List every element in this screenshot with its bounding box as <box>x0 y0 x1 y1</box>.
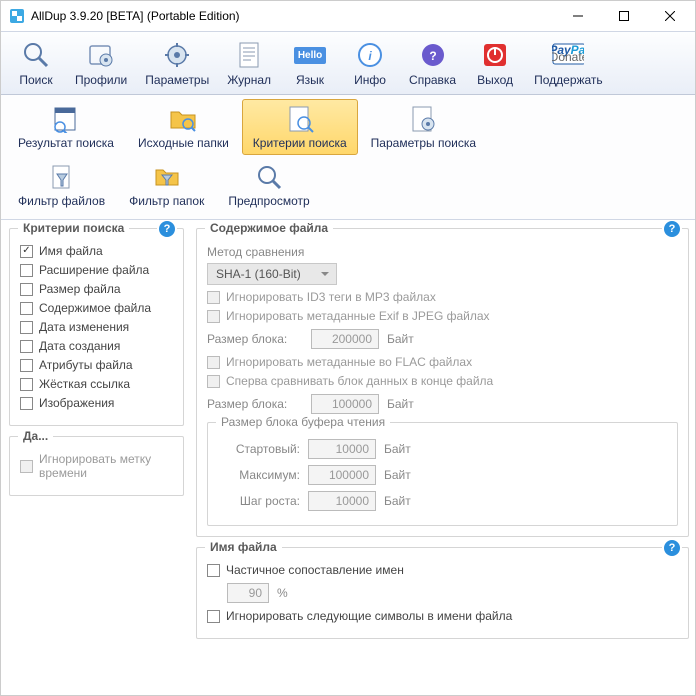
donate-button[interactable]: PayPalDonate Поддержать <box>526 35 611 91</box>
preview-tab[interactable]: Предпросмотр <box>217 157 320 213</box>
paypal-icon: PayPalDonate <box>552 39 584 71</box>
scroll-area[interactable]: Критерии поиска ? ✓Имя файла Расширение … <box>1 220 695 695</box>
criteria-icon <box>284 104 316 134</box>
language-button[interactable]: Hello Язык <box>281 35 339 91</box>
language-icon: Hello <box>294 39 326 71</box>
help-icon: ? <box>417 39 449 71</box>
ignore-timestamp-checkbox: Игнорировать метку времени <box>20 452 173 480</box>
filesize-checkbox[interactable]: Размер файла <box>20 282 173 296</box>
close-button[interactable] <box>647 1 693 31</box>
content-area: Критерии поиска ? ✓Имя файла Расширение … <box>1 220 695 695</box>
content-group: Содержимое файла ? Метод сравнения SHA-1… <box>196 228 689 537</box>
search-button[interactable]: Поиск <box>7 35 65 91</box>
block2-label: Размер блока: <box>207 397 303 411</box>
content-checkbox[interactable]: Содержимое файла <box>20 301 173 315</box>
exit-button[interactable]: Выход <box>466 35 524 91</box>
max-label: Максимум: <box>220 468 300 482</box>
ignore-id3-checkbox: Игнорировать ID3 теги в MP3 файлах <box>207 290 678 304</box>
method-label: Метод сравнения <box>207 245 678 259</box>
folder-filter-tab[interactable]: Фильтр папок <box>118 157 215 213</box>
attrs-checkbox[interactable]: Атрибуты файла <box>20 358 173 372</box>
profile-gear-icon <box>85 39 117 71</box>
moddate-checkbox[interactable]: Дата изменения <box>20 320 173 334</box>
file-filter-icon <box>46 162 78 192</box>
block2-input: 100000 <box>311 394 379 414</box>
search-icon <box>20 39 52 71</box>
folder-icon <box>167 104 199 134</box>
results-tab[interactable]: Результат поиска <box>7 99 125 155</box>
titlebar: AllDup 3.9.20 [BETA] (Portable Edition) <box>1 1 695 31</box>
info-button[interactable]: i Инфо <box>341 35 399 91</box>
params-tab[interactable]: Параметры поиска <box>360 99 487 155</box>
filename-title: Имя файла <box>205 540 282 554</box>
method-select: SHA-1 (160-Bit) <box>207 263 337 285</box>
app-icon <box>9 8 25 24</box>
content-help[interactable]: ? <box>662 221 682 237</box>
criteria-help[interactable]: ? <box>157 221 177 237</box>
step-input: 10000 <box>308 491 376 511</box>
content-title: Содержимое файла <box>205 221 333 235</box>
partial-checkbox[interactable]: Частичное сопоставление имен <box>207 563 678 577</box>
window-title: AllDup 3.9.20 [BETA] (Portable Edition) <box>31 9 555 23</box>
settings-button[interactable]: Параметры <box>137 35 217 91</box>
start-label: Стартовый: <box>220 442 300 456</box>
svg-text:?: ? <box>429 49 436 63</box>
filename-help[interactable]: ? <box>662 540 682 556</box>
file-filter-tab[interactable]: Фильтр файлов <box>7 157 116 213</box>
exit-icon <box>479 39 511 71</box>
date-group: Да... Игнорировать метку времени <box>9 436 184 496</box>
filename-group: Имя файла ? Частичное сопоставление имен… <box>196 547 689 639</box>
profiles-button[interactable]: Профили <box>67 35 135 91</box>
log-icon <box>233 39 265 71</box>
date-title: Да... <box>18 429 53 443</box>
source-folders-tab[interactable]: Исходные папки <box>127 99 240 155</box>
criteria-tab[interactable]: Критерии поиска <box>242 99 358 155</box>
criteria-group: Критерии поиска ? ✓Имя файла Расширение … <box>9 228 184 426</box>
hardlink-checkbox[interactable]: Жёсткая ссылка <box>20 377 173 391</box>
ignore-exif-checkbox: Игнорировать метаданные Exif в JPEG файл… <box>207 309 678 323</box>
buffer-group: Размер блока буфера чтения Стартовый: 10… <box>207 422 678 526</box>
start-input: 10000 <box>308 439 376 459</box>
step-label: Шаг роста: <box>220 494 300 508</box>
minimize-button[interactable] <box>555 1 601 31</box>
percent-input: 90 <box>227 583 269 603</box>
filename-checkbox[interactable]: ✓Имя файла <box>20 244 173 258</box>
app-window: AllDup 3.9.20 [BETA] (Portable Edition) … <box>0 0 696 696</box>
ignore-chars-checkbox[interactable]: Игнорировать следующие символы в имени ф… <box>207 609 678 623</box>
max-input: 100000 <box>308 465 376 485</box>
compare-end-checkbox: Сперва сравнивать блок данных в конце фа… <box>207 374 678 388</box>
maximize-button[interactable] <box>601 1 647 31</box>
block1-label: Размер блока: <box>207 332 303 346</box>
buffer-title: Размер блока буфера чтения <box>216 415 390 429</box>
criteria-title: Критерии поиска <box>18 221 129 235</box>
info-icon: i <box>354 39 386 71</box>
ignore-flac-checkbox: Игнорировать метаданные во FLAC файлах <box>207 355 678 369</box>
results-icon <box>50 104 82 134</box>
folder-filter-icon <box>151 162 183 192</box>
ribbon: Результат поиска Исходные папки Критерии… <box>1 95 695 220</box>
extension-checkbox[interactable]: Расширение файла <box>20 263 173 277</box>
help-button[interactable]: ? Справка <box>401 35 464 91</box>
createdate-checkbox[interactable]: Дата создания <box>20 339 173 353</box>
block1-input: 200000 <box>311 329 379 349</box>
main-toolbar: Поиск Профили Параметры Журнал Hello Язы… <box>1 31 695 95</box>
preview-icon <box>253 162 285 192</box>
log-button[interactable]: Журнал <box>219 35 279 91</box>
svg-text:Donate: Donate <box>552 50 584 64</box>
params-icon <box>407 104 439 134</box>
gear-icon <box>161 39 193 71</box>
images-checkbox[interactable]: Изображения <box>20 396 173 410</box>
